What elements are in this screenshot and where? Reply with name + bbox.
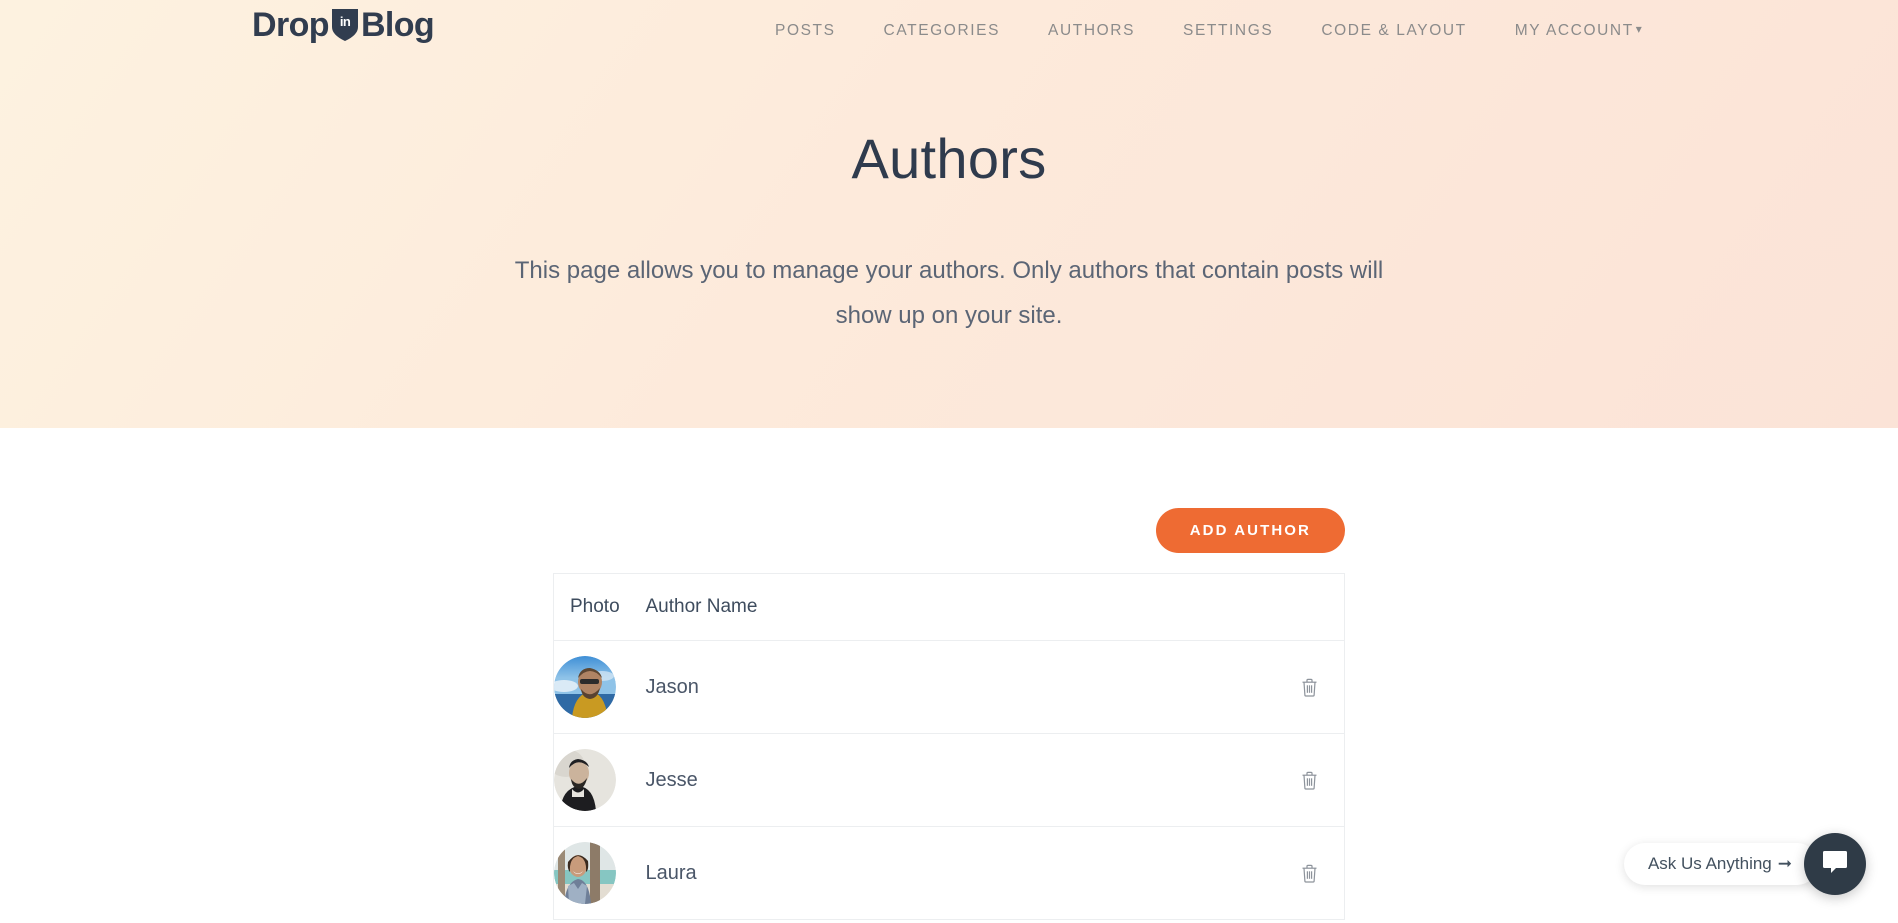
- delete-author-button[interactable]: [1295, 672, 1324, 703]
- author-name-cell: Jesse: [645, 733, 1275, 827]
- author-actions-cell: [1274, 733, 1345, 827]
- logo-word-blog: Blog: [360, 6, 435, 44]
- arrow-right-icon: ➞: [1777, 854, 1792, 873]
- nav-link-categories[interactable]: CATEGORIES: [884, 18, 1000, 44]
- chat-bubble-icon: [1821, 849, 1849, 880]
- chat-prompt-pill[interactable]: Ask Us Anything ➞: [1623, 843, 1818, 885]
- nav-link-my-account[interactable]: MY ACCOUNT ▾: [1515, 18, 1644, 44]
- nav-link-posts[interactable]: POSTS: [775, 18, 836, 44]
- table-row: Jesse: [553, 733, 1345, 827]
- author-photo-cell: [553, 640, 646, 734]
- top-navigation: Drop in Blog POSTS CATEGORIES AUTHORS SETT…: [0, 0, 1898, 60]
- chevron-down-icon: ▾: [1635, 22, 1644, 36]
- avatar: [554, 842, 616, 904]
- logo-shield-icon: in: [331, 9, 358, 41]
- authors-table-head: Photo Author Name: [553, 573, 1345, 641]
- column-header-photo: Photo: [553, 573, 646, 641]
- column-header-author-name: Author Name: [645, 573, 1275, 641]
- author-photo-cell: [553, 733, 646, 827]
- table-header-row: Photo Author Name: [553, 573, 1345, 641]
- author-name-cell: Laura: [645, 861, 697, 884]
- authors-table-wrapper: Photo Author Name Jason Jesse Laura: [553, 573, 1345, 920]
- author-name-cell: Jason: [645, 640, 1275, 734]
- avatar: [554, 749, 616, 811]
- author-actions-cell: [1275, 827, 1345, 920]
- avatar: [554, 656, 616, 718]
- nav-link-authors[interactable]: AUTHORS: [1048, 18, 1135, 44]
- nav-link-my-account-label: MY ACCOUNT: [1514, 22, 1634, 39]
- delete-author-button[interactable]: [1295, 858, 1324, 889]
- site-logo[interactable]: Drop in Blog: [252, 6, 435, 44]
- trash-icon: [1301, 678, 1318, 700]
- trash-icon: [1301, 864, 1318, 886]
- page-subtitle: This page allows you to manage your auth…: [514, 257, 1384, 329]
- table-row: Laura: [554, 827, 1345, 920]
- author-photo-cell: [554, 827, 646, 920]
- svg-text:in: in: [340, 14, 351, 29]
- hero-banner: [0, 0, 1898, 428]
- authors-table-body: Jason Jesse Laura: [553, 640, 1345, 920]
- table-row: Jason: [553, 640, 1345, 734]
- chat-prompt-label: Ask Us Anything: [1647, 854, 1772, 873]
- page-root: Drop in Blog POSTS CATEGORIES AUTHORS SETT…: [0, 0, 1898, 923]
- delete-author-button[interactable]: [1295, 765, 1324, 796]
- authors-table: Photo Author Name Jason Jesse Laura: [553, 573, 1345, 920]
- add-author-button[interactable]: ADD AUTHOR: [1155, 508, 1345, 553]
- nav-links: POSTS CATEGORIES AUTHORS SETTINGS CODE &…: [775, 18, 1643, 44]
- logo-word-drop: Drop: [252, 6, 330, 44]
- nav-link-settings[interactable]: SETTINGS: [1183, 18, 1273, 44]
- chat-widget: Ask Us Anything ➞: [1623, 833, 1866, 895]
- chat-open-button[interactable]: [1804, 833, 1866, 895]
- author-actions-cell: [1274, 640, 1345, 734]
- toolbar-row: ADD AUTHOR: [0, 508, 1898, 553]
- page-title: Authors: [851, 127, 1047, 190]
- trash-icon: [1301, 771, 1318, 793]
- column-header-actions: [1274, 573, 1345, 641]
- nav-link-code-layout[interactable]: CODE & LAYOUT: [1321, 18, 1466, 44]
